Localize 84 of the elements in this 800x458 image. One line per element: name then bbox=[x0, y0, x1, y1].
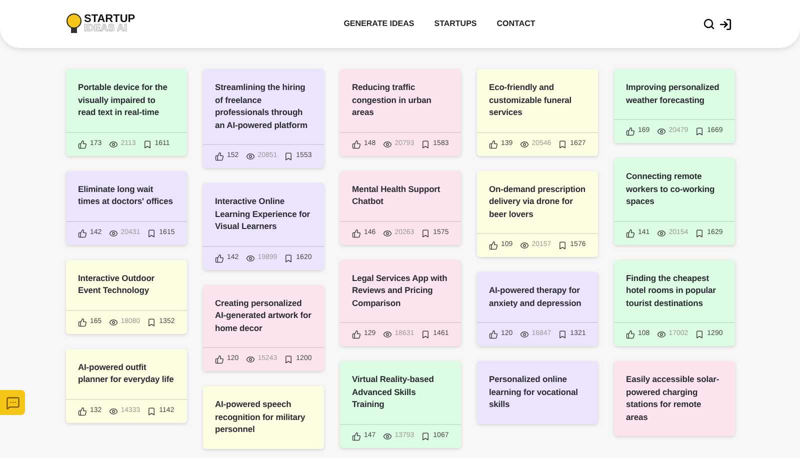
bookmark-icon[interactable] bbox=[695, 228, 704, 238]
thumbs-up-icon[interactable] bbox=[626, 127, 635, 136]
bookmark-icon[interactable] bbox=[147, 318, 156, 326]
thumbs-up-icon[interactable] bbox=[352, 140, 361, 148]
idea-title: Portable device for the visually impaired to read text in real-time bbox=[78, 81, 168, 118]
eye-icon bbox=[656, 127, 666, 136]
eye-icon bbox=[382, 228, 392, 238]
bookmark-icon[interactable] bbox=[421, 330, 430, 339]
idea-title: Easily accessible solar-powered charging stations for remote areas bbox=[626, 373, 720, 423]
idea-title: Interactive Outdoor Event Technology bbox=[78, 272, 156, 296]
idea-title: AI-powered therapy for anxiety and depression bbox=[489, 284, 582, 309]
login-icon[interactable] bbox=[719, 18, 732, 30]
lightbulb-icon bbox=[66, 12, 82, 36]
idea-card[interactable]: AI-powered speech recognition for military personnel bbox=[203, 386, 324, 448]
thumbs-up-icon[interactable] bbox=[215, 152, 224, 161]
eye-icon bbox=[520, 241, 529, 250]
bookmark-icon[interactable] bbox=[142, 140, 152, 148]
idea-title: Eliminate long wait times at doctors' offices bbox=[78, 182, 174, 208]
thumbs-up-icon[interactable] bbox=[626, 228, 635, 238]
idea-title: Creating personalized AI-generated artwork for home decor bbox=[215, 296, 312, 334]
thumbs-up-icon[interactable] bbox=[489, 140, 498, 148]
thumbs-up-icon[interactable] bbox=[626, 330, 635, 339]
chat-icon bbox=[6, 396, 20, 410]
bookmark-icon[interactable] bbox=[558, 140, 568, 148]
bookmark-icon[interactable] bbox=[284, 355, 294, 364]
idea-card[interactable]: Easily accessible solar-powered charging stations for remote areas bbox=[614, 361, 735, 436]
logo-text[interactable]: STARTUP bbox=[84, 14, 136, 24]
eye-icon bbox=[246, 355, 255, 364]
thumbs-up-icon[interactable] bbox=[215, 254, 224, 262]
thumbs-up-icon[interactable] bbox=[215, 355, 224, 364]
bookmark-icon[interactable] bbox=[147, 406, 156, 416]
nav-link[interactable]: CONTACT bbox=[496, 18, 536, 30]
logo-subtext: IDEAS AI bbox=[84, 24, 128, 34]
bookmark-icon[interactable] bbox=[695, 330, 704, 339]
idea-card[interactable]: Personalized online learning for vocational skills bbox=[477, 361, 598, 424]
nav-link[interactable]: GENERATE IDEAS bbox=[344, 18, 414, 30]
thumbs-up-icon[interactable] bbox=[352, 432, 361, 440]
idea-title: Finding the cheapest hotel rooms in popular tourist destinations bbox=[626, 272, 717, 309]
thumbs-up-icon[interactable] bbox=[489, 241, 498, 250]
feedback-button[interactable] bbox=[0, 390, 25, 415]
idea-title: Streamlining the hiring of freelance professionals through an AI-powered platform bbox=[215, 81, 308, 131]
eye-icon bbox=[108, 140, 118, 148]
eye-icon bbox=[520, 330, 529, 339]
idea-title: Personalized online learning for vocational skills bbox=[489, 373, 579, 410]
eye-icon bbox=[382, 140, 392, 148]
thumbs-up-icon[interactable] bbox=[352, 330, 361, 339]
idea-title: On-demand prescription delivery via drone for beer lovers bbox=[489, 182, 586, 220]
idea-title: AI-powered speech recognition for military personnel bbox=[215, 398, 306, 436]
eye-icon bbox=[656, 228, 666, 238]
idea-title: Mental Health Support Chatbot bbox=[352, 182, 442, 208]
bookmark-icon[interactable] bbox=[558, 241, 568, 250]
bookmark-icon[interactable] bbox=[558, 330, 568, 339]
bookmark-icon[interactable] bbox=[421, 140, 430, 148]
idea-title: Interactive Online Learning Experience for Visual Learners bbox=[215, 195, 312, 232]
thumbs-up-icon[interactable] bbox=[78, 228, 87, 238]
nav-link[interactable]: STARTUPS bbox=[434, 18, 477, 30]
idea-title: Legal Services App with Reviews and Pricing Comparison bbox=[352, 272, 448, 309]
idea-title: AI-powered outfit planner for everyday life bbox=[78, 360, 175, 386]
eye-icon bbox=[246, 152, 255, 161]
thumbs-up-icon[interactable] bbox=[78, 406, 87, 416]
bookmark-icon[interactable] bbox=[421, 432, 430, 440]
bookmark-icon[interactable] bbox=[147, 228, 156, 238]
thumbs-up-icon[interactable] bbox=[489, 330, 498, 339]
eye-icon bbox=[108, 406, 118, 416]
idea-title: Virtual Reality-based Advanced Skills Training bbox=[352, 373, 435, 410]
eye-icon bbox=[246, 254, 255, 262]
eye-icon bbox=[656, 330, 666, 339]
bookmark-icon[interactable] bbox=[421, 228, 430, 238]
idea-title: Reducing traffic congestion in urban areas bbox=[352, 81, 432, 118]
bookmark-icon[interactable] bbox=[695, 127, 704, 136]
thumbs-up-icon[interactable] bbox=[352, 228, 361, 238]
eye-icon bbox=[108, 228, 118, 238]
eye-icon bbox=[108, 318, 118, 326]
idea-title: Eco-friendly and customizable funeral services bbox=[489, 81, 573, 118]
idea-title: Improving personalized weather forecasting bbox=[626, 81, 720, 106]
eye-icon bbox=[382, 432, 392, 440]
idea-title: Connecting remote workers to co-working spaces bbox=[626, 170, 716, 208]
eye-icon bbox=[382, 330, 392, 339]
bookmark-icon[interactable] bbox=[284, 152, 294, 161]
thumbs-up-icon[interactable] bbox=[78, 318, 87, 326]
search-icon[interactable] bbox=[703, 18, 715, 30]
thumbs-up-icon[interactable] bbox=[78, 140, 87, 148]
bookmark-icon[interactable] bbox=[284, 254, 294, 262]
eye-icon bbox=[520, 140, 529, 148]
